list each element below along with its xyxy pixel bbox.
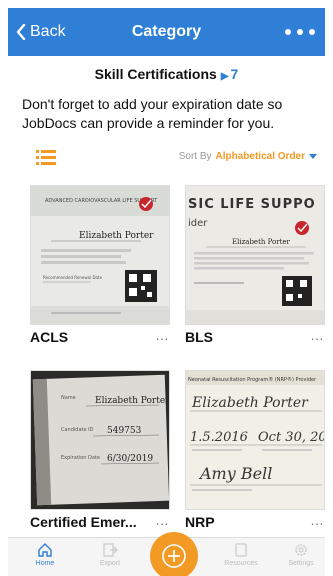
svg-text:ider: ider xyxy=(188,218,208,229)
svg-text:Elizabeth Porter: Elizabeth Porter xyxy=(232,238,291,246)
card-title: Certified Emer... xyxy=(30,514,137,530)
home-icon xyxy=(38,543,52,557)
certification-thumbnail: Name Elizabeth Porter Candidate ID 54975… xyxy=(30,370,170,510)
card-title: NRP xyxy=(185,514,215,530)
expiration-reminder-text: Don't forget to add your expiration date… xyxy=(22,96,283,131)
list-view-icon[interactable] xyxy=(36,150,56,166)
svg-text:Oct 30, 20: Oct 30, 20 xyxy=(258,430,325,445)
export-icon xyxy=(103,543,118,557)
tab-export[interactable]: Export xyxy=(85,542,135,567)
sort-label: Sort By xyxy=(178,151,212,162)
card-more-icon[interactable]: … xyxy=(155,512,170,528)
resources-icon xyxy=(235,543,247,557)
card-title: BLS xyxy=(185,329,213,345)
tab-resources[interactable]: Resources xyxy=(216,542,266,567)
certification-card-bls[interactable]: SIC LIFE SUPPO ider Elizabeth Porter BLS xyxy=(185,185,325,345)
bls-card-image: SIC LIFE SUPPO ider Elizabeth Porter xyxy=(186,186,324,324)
svg-text:SIC LIFE SUPPO: SIC LIFE SUPPO xyxy=(188,197,316,212)
category-name: Skill Certifications xyxy=(94,66,217,82)
certification-thumbnail: ADVANCED CARDIOVASCULAR LIFE SUPPORT Eli… xyxy=(30,185,170,325)
app-screen: Back Category Skill Certifications ▶ 7 Don… xyxy=(0,0,333,576)
certification-thumbnail: SIC LIFE SUPPO ider Elizabeth Porter xyxy=(185,185,325,325)
svg-text:1.5.2016: 1.5.2016 xyxy=(190,430,248,445)
card-title: ACLS xyxy=(30,329,69,345)
certification-card-certified-emergency[interactable]: Name Elizabeth Porter Candidate ID 54975… xyxy=(30,370,170,530)
tab-label: Home xyxy=(35,560,55,567)
certification-card-nrp[interactable]: Neonatal Resuscitation Program® (NRP®) P… xyxy=(185,370,325,530)
back-label: Back xyxy=(30,23,66,40)
tab-label: Settings xyxy=(288,560,314,567)
svg-text:Elizabeth Porter: Elizabeth Porter xyxy=(79,231,154,241)
svg-text:549753: 549753 xyxy=(107,426,142,436)
chevron-down-icon xyxy=(309,154,317,159)
sort-value[interactable]: Alphabetical Order xyxy=(216,151,305,162)
settings-gear-icon xyxy=(295,544,307,556)
svg-text:Recommended Renewal Date: Recommended Renewal Date xyxy=(43,275,103,280)
nav-header: Back Category xyxy=(8,8,325,56)
svg-text:6/30/2019: 6/30/2019 xyxy=(107,454,153,464)
svg-text:Elizabeth Porter: Elizabeth Porter xyxy=(95,396,170,406)
item-count: 7 xyxy=(230,66,239,82)
card-more-icon[interactable]: … xyxy=(310,327,325,343)
add-document-button[interactable] xyxy=(150,532,198,576)
svg-text:Neonatal Resuscitation Program: Neonatal Resuscitation Program® (NRP®) P… xyxy=(188,376,317,383)
svg-text:Name: Name xyxy=(61,395,76,401)
card-more-icon[interactable]: … xyxy=(310,512,325,528)
tab-home[interactable]: Home xyxy=(20,542,70,567)
svg-text:Expiration Date: Expiration Date xyxy=(61,455,100,461)
svg-text:Elizabeth Porter: Elizabeth Porter xyxy=(191,395,309,411)
section-heading[interactable]: Skill Certifications ▶ 7 xyxy=(8,66,325,82)
back-button[interactable]: Back xyxy=(16,20,66,44)
certification-thumbnail: Neonatal Resuscitation Program® (NRP®) P… xyxy=(185,370,325,510)
tab-label: Resources xyxy=(224,560,258,567)
tab-label: Export xyxy=(99,560,121,567)
cen-card-image: Name Elizabeth Porter Candidate ID 54975… xyxy=(31,371,170,509)
caret-right-icon: ▶ xyxy=(220,71,229,82)
svg-text:Candidate ID: Candidate ID xyxy=(61,427,94,433)
page-title: Category xyxy=(131,23,202,40)
svg-text:Amy Bell: Amy Bell xyxy=(198,464,272,483)
chevron-left-icon xyxy=(16,24,26,40)
nrp-card-image: Neonatal Resuscitation Program® (NRP®) P… xyxy=(186,371,325,509)
certification-card-acls[interactable]: ADVANCED CARDIOVASCULAR LIFE SUPPORT Eli… xyxy=(30,185,170,345)
add-circle-icon xyxy=(162,544,186,568)
more-dots-icon[interactable] xyxy=(285,22,315,42)
tab-settings[interactable]: Settings xyxy=(276,542,326,567)
acls-card-image: ADVANCED CARDIOVASCULAR LIFE SUPPORT Eli… xyxy=(31,186,169,324)
sort-control[interactable]: Sort By Alphabetical Order xyxy=(179,151,317,162)
card-more-icon[interactable]: … xyxy=(155,327,170,343)
